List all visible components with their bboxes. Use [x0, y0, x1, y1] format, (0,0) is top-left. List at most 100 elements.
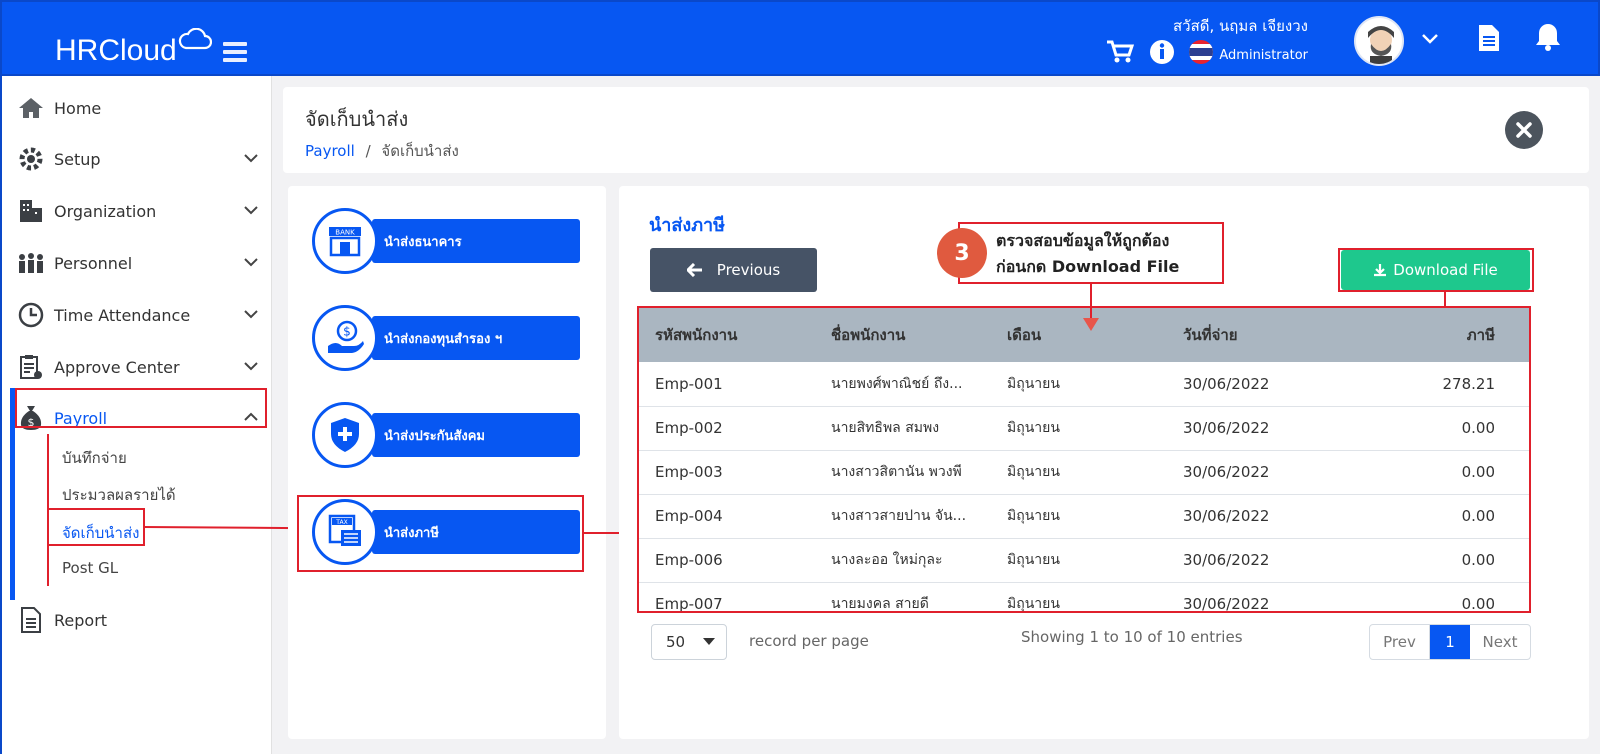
- bank-submission-label: นำส่งธนาคาร: [372, 219, 580, 263]
- sub-item-income-processing[interactable]: ประมวลผลรายได้: [62, 483, 176, 507]
- column-header[interactable]: เดือน: [991, 308, 1167, 362]
- svg-text:TAX: TAX: [335, 519, 347, 526]
- sub-item-payment-record[interactable]: บันทึกจ่าย: [62, 446, 127, 470]
- table-row[interactable]: Emp-004 นางสาวสายปาน จัน... มิถุนายน 30/…: [639, 494, 1529, 539]
- pagination-prev[interactable]: Prev: [1370, 625, 1430, 659]
- sidebar-item-label: Home: [54, 98, 102, 118]
- cell-month: มิถุนายน: [991, 406, 1167, 451]
- cell-emp-id: Emp-001: [639, 362, 815, 407]
- breadcrumb-current: จัดเก็บนำส่ง: [381, 142, 459, 160]
- cell-tax: 0.00: [1343, 450, 1529, 495]
- cell-emp-name: นายมงคล สายดี: [815, 582, 991, 611]
- cell-emp-name: นางสาวสายปาน จัน...: [815, 494, 991, 539]
- page-header: จัดเก็บนำส่ง Payroll / จัดเก็บนำส่ง: [283, 87, 1589, 173]
- sidebar-item-time-attendance[interactable]: Time Attendance: [16, 297, 268, 333]
- sidebar-item-report[interactable]: Report: [16, 602, 268, 638]
- tax-table: รหัสพนักงาน ชื่อพนักงาน เดือน วันที่จ่าย…: [637, 306, 1531, 613]
- table-row[interactable]: Emp-003 นางสาวสิตานัน พวงพี มิถุนายน 30/…: [639, 450, 1529, 495]
- annotation-line: [1090, 284, 1092, 320]
- column-header[interactable]: รหัสพนักงาน: [639, 308, 815, 362]
- cell-emp-name: นายสิทธิพล สมพง: [815, 406, 991, 451]
- arrow-left-icon: [686, 263, 702, 277]
- column-header[interactable]: ชื่อพนักงาน: [815, 308, 991, 362]
- home-icon: [16, 93, 46, 123]
- column-header[interactable]: ภาษี: [1343, 308, 1529, 362]
- arrow-down-icon: [1083, 318, 1099, 331]
- submission-menu: BANK นำส่งธนาคาร $ นำส่งกองทุนสำรอง ฯ นำ…: [288, 186, 606, 739]
- bell-icon[interactable]: [1535, 22, 1561, 52]
- cell-pay-date: 30/06/2022: [1167, 450, 1343, 495]
- building-icon: [16, 196, 46, 226]
- cell-month: มิถุนายน: [991, 450, 1167, 495]
- breadcrumb-separator: /: [365, 142, 371, 160]
- cell-pay-date: 30/06/2022: [1167, 494, 1343, 539]
- sub-item-post-gl[interactable]: Post GL: [62, 559, 118, 577]
- table-header-row: รหัสพนักงาน ชื่อพนักงาน เดือน วันที่จ่าย…: [639, 308, 1529, 362]
- info-icon[interactable]: [1149, 39, 1175, 65]
- avatar[interactable]: [1354, 16, 1404, 66]
- sidebar-item-personnel[interactable]: Personnel: [16, 245, 268, 281]
- cell-tax: 0.00: [1343, 494, 1529, 539]
- submission-highlight: [47, 508, 145, 546]
- payroll-highlight: [15, 388, 267, 428]
- sidebar-item-home[interactable]: Home: [16, 90, 268, 126]
- clipboard-check-icon: [16, 352, 46, 382]
- clock-icon: [16, 300, 46, 330]
- top-bar: HRCloud สวัสดี, นฤมล เจียงวง Administrat…: [0, 0, 1600, 76]
- cell-tax: 278.21: [1343, 362, 1529, 407]
- people-icon: [16, 248, 46, 278]
- document-icon[interactable]: [1478, 24, 1500, 52]
- bank-submission-button[interactable]: BANK นำส่งธนาคาร: [312, 208, 580, 274]
- fund-submission-button[interactable]: $ นำส่งกองทุนสำรอง ฯ: [312, 305, 580, 371]
- cell-pay-date: 30/06/2022: [1167, 406, 1343, 451]
- cell-emp-id: Emp-002: [639, 406, 815, 451]
- close-button[interactable]: [1505, 111, 1543, 149]
- svg-text:$: $: [343, 325, 351, 339]
- chevron-down-icon: [244, 258, 258, 267]
- cell-emp-name: นางละออ ใหม่กุละ: [815, 538, 991, 583]
- table-row[interactable]: Emp-007 นายมงคล สายดี มิถุนายน 30/06/202…: [639, 582, 1529, 611]
- pagination-page[interactable]: 1: [1430, 625, 1470, 659]
- column-header[interactable]: วันที่จ่าย: [1167, 308, 1343, 362]
- breadcrumb-payroll-link[interactable]: Payroll: [305, 142, 355, 160]
- chevron-down-icon: [244, 362, 258, 371]
- cell-pay-date: 30/06/2022: [1167, 582, 1343, 611]
- cell-emp-name: นางสาวสิตานัน พวงพี: [815, 450, 991, 495]
- sidebar-item-organization[interactable]: Organization: [16, 193, 268, 229]
- sidebar-item-approve-center[interactable]: Approve Center: [16, 349, 268, 385]
- gear-icon: [16, 144, 46, 174]
- menu-toggle-icon[interactable]: [223, 42, 247, 62]
- thai-flag-icon[interactable]: [1188, 39, 1214, 65]
- annotation-note: ตรวจสอบข้อมูลให้ถูกต้อง ก่อนกด Download …: [958, 222, 1224, 284]
- cell-tax: 0.00: [1343, 406, 1529, 451]
- social-security-submission-button[interactable]: นำส่งประกันสังคม: [312, 402, 580, 468]
- cell-emp-id: Emp-006: [639, 538, 815, 583]
- pagination-next[interactable]: Next: [1470, 625, 1530, 659]
- per-page-label: record per page: [749, 632, 869, 650]
- cell-emp-id: Emp-004: [639, 494, 815, 539]
- annotation-line-2: ก่อนกด Download File: [996, 257, 1180, 276]
- previous-label: Previous: [716, 261, 781, 279]
- svg-text:BANK: BANK: [335, 229, 355, 237]
- sidebar-item-setup[interactable]: Setup: [16, 141, 268, 177]
- annotation-line-1: ตรวจสอบข้อมูลให้ถูกต้อง: [996, 231, 1170, 250]
- sidebar-item-label: Personnel: [54, 253, 133, 273]
- table-row[interactable]: Emp-006 นางละออ ใหม่กุละ มิถุนายน 30/06/…: [639, 538, 1529, 583]
- chevron-down-icon[interactable]: [1421, 32, 1439, 46]
- previous-button[interactable]: Previous: [650, 248, 817, 292]
- table-row[interactable]: Emp-002 นายสิทธิพล สมพง มิถุนายน 30/06/2…: [639, 406, 1529, 451]
- cell-pay-date: 30/06/2022: [1167, 362, 1343, 407]
- cell-month: มิถุนายน: [991, 362, 1167, 407]
- bank-icon: BANK: [312, 208, 378, 274]
- cell-tax: 0.00: [1343, 582, 1529, 611]
- cart-icon[interactable]: [1106, 40, 1134, 64]
- table-row[interactable]: Emp-001 นายพงศ์พาณิชย์ ถึง... มิถุนายน 3…: [639, 362, 1529, 407]
- social-security-submission-label: นำส่งประกันสังคม: [372, 413, 580, 457]
- avatar-image: [1368, 26, 1394, 64]
- logo-text: HRCloud: [55, 34, 177, 67]
- per-page-select[interactable]: 50: [651, 624, 727, 660]
- cell-month: มิถุนายน: [991, 582, 1167, 611]
- per-page-value: 50: [666, 633, 686, 651]
- cell-month: มิถุนายน: [991, 494, 1167, 539]
- download-highlight: [1338, 248, 1534, 292]
